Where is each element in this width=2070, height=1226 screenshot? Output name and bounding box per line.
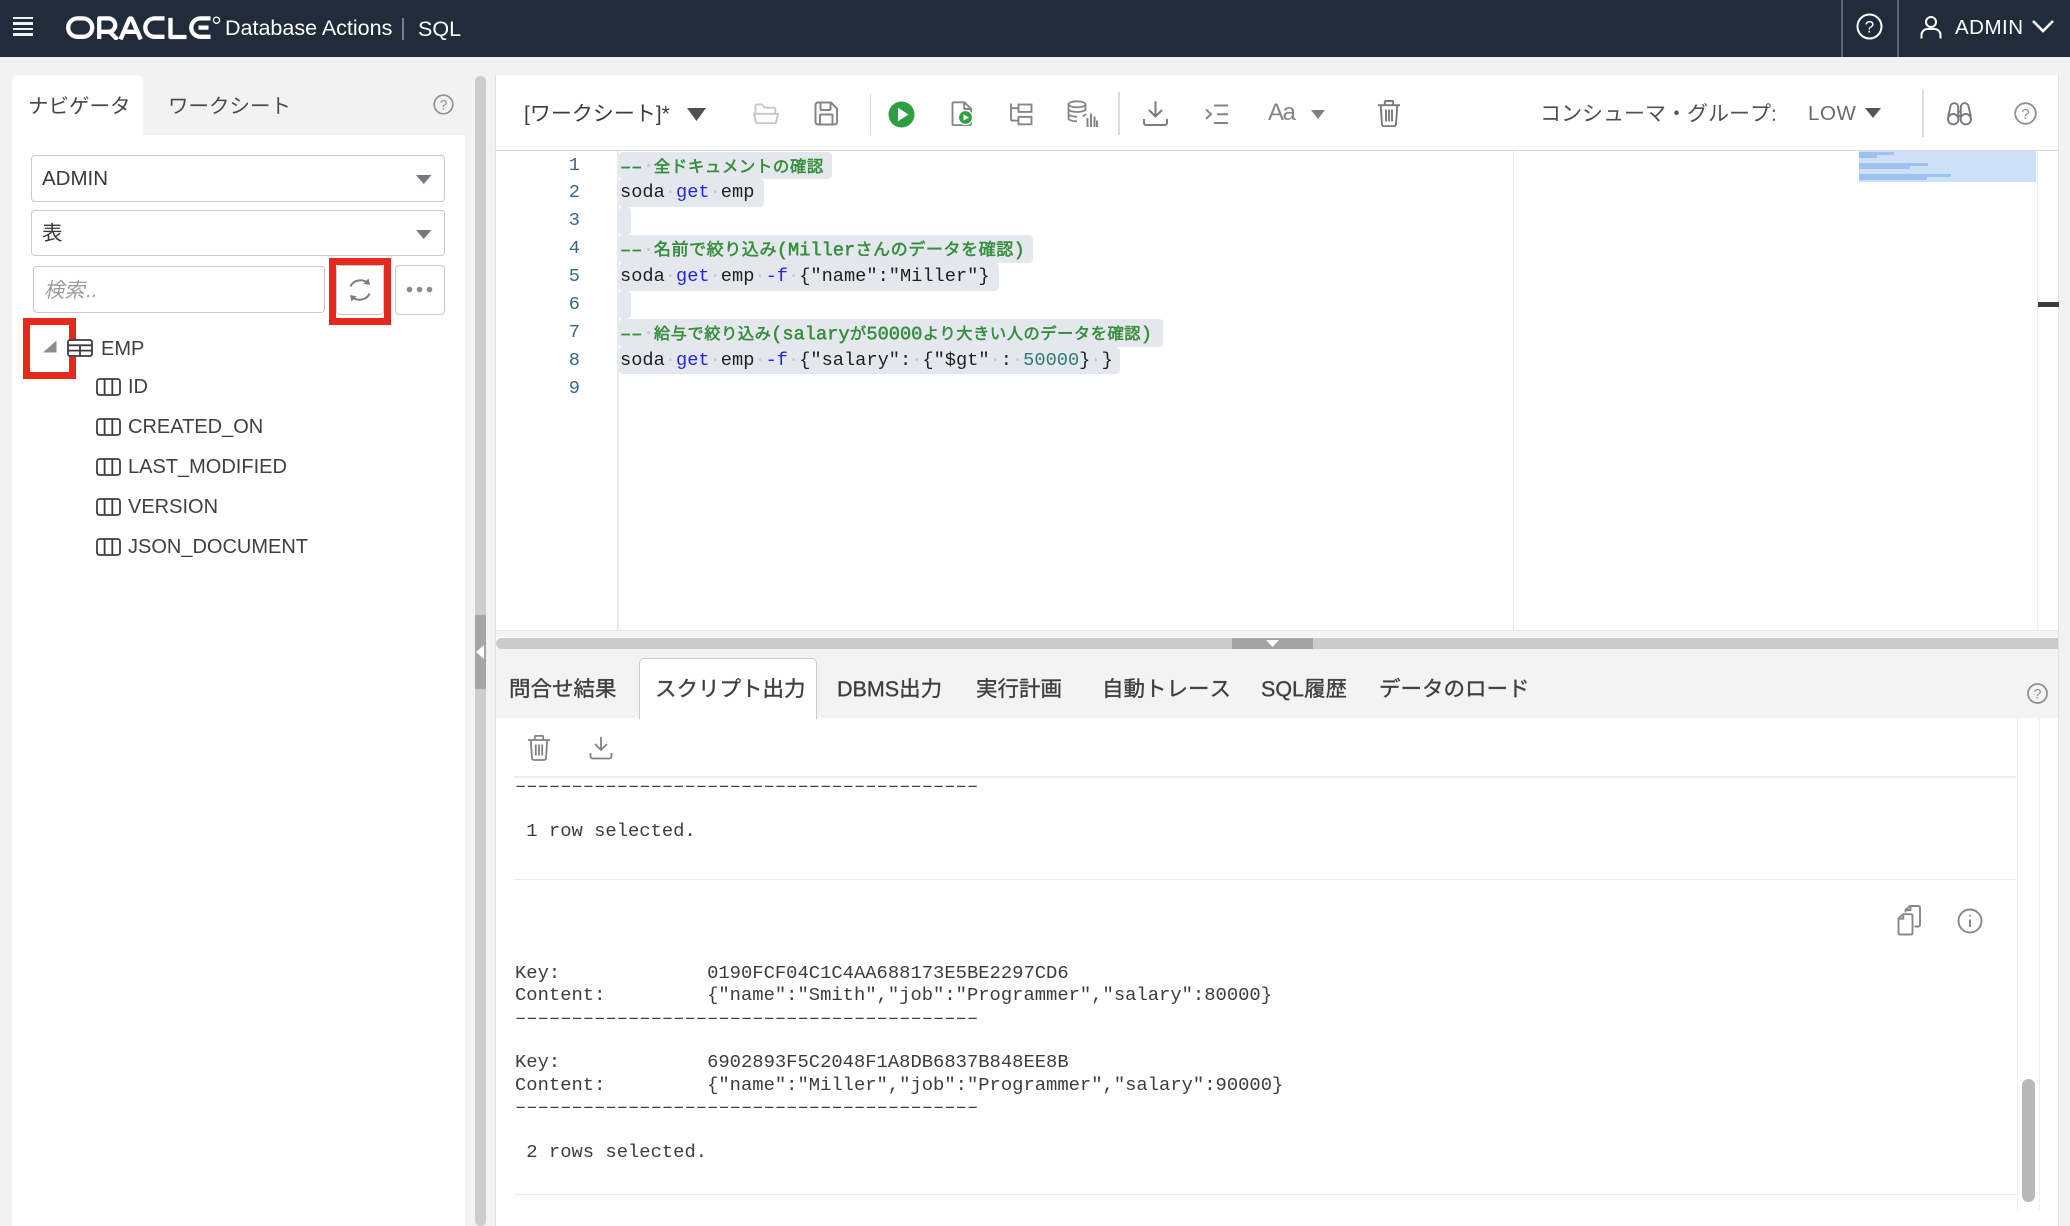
svg-text:?: ? (2021, 106, 2029, 123)
svg-text:?: ? (2034, 686, 2042, 702)
svg-text:?: ? (1865, 18, 1874, 37)
svg-text:?: ? (440, 97, 448, 113)
